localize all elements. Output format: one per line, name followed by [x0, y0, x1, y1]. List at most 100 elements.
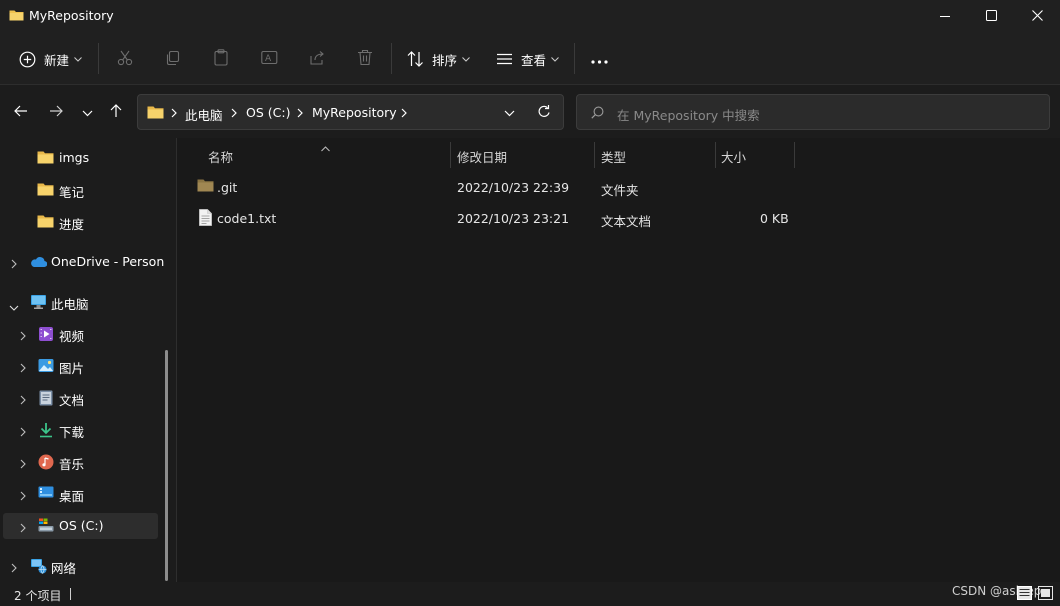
- breadcrumb-os-drive[interactable]: OS (C:): [246, 105, 290, 120]
- refresh-button[interactable]: [537, 104, 551, 122]
- arrow-left-icon: [14, 105, 28, 120]
- toolbar-separator: [574, 43, 575, 74]
- sidebar-item-label: 视频: [59, 329, 85, 344]
- chevron-down-icon: [462, 56, 470, 62]
- folder-icon: [37, 214, 54, 230]
- status-bar: 2 个项目 CSDN @asleep: [0, 582, 1060, 606]
- sidebar-item-label: OS (C:): [59, 518, 104, 533]
- up-button[interactable]: [104, 101, 128, 123]
- sort-button[interactable]: 排序: [407, 44, 470, 74]
- more-button[interactable]: [587, 48, 611, 70]
- share-button[interactable]: [305, 48, 329, 70]
- column-divider[interactable]: [794, 142, 795, 168]
- column-header-name[interactable]: 名称: [208, 147, 233, 166]
- folder-icon: [37, 150, 54, 166]
- breadcrumb-myrepository[interactable]: MyRepository: [312, 105, 397, 120]
- sidebar-item-pictures[interactable]: 图片: [3, 353, 158, 379]
- refresh-icon: [537, 105, 551, 122]
- title-bar: MyRepository: [0, 0, 1060, 32]
- arrow-right-icon: [49, 105, 63, 120]
- sort-icon: [407, 51, 424, 67]
- address-bar[interactable]: 此电脑 OS (C:) MyRepository: [137, 94, 564, 130]
- chevron-down-icon[interactable]: [9, 299, 19, 314]
- sidebar-item-label: 笔记: [59, 185, 85, 200]
- chevron-right-icon[interactable]: [20, 425, 26, 440]
- chevron-right-icon: [297, 106, 303, 121]
- chevron-right-icon[interactable]: [20, 393, 26, 408]
- chevron-right-icon[interactable]: [20, 489, 26, 504]
- chevron-right-icon[interactable]: [11, 561, 17, 576]
- sidebar-item-network[interactable]: 网络: [3, 553, 158, 579]
- share-icon: [309, 50, 325, 69]
- minimize-button[interactable]: [922, 0, 968, 32]
- search-input[interactable]: 在 MyRepository 中搜索: [617, 105, 760, 124]
- column-divider[interactable]: [594, 142, 595, 168]
- table-row[interactable]: code1.txt 2022/10/23 23:21 文本文档 0 KB: [187, 203, 797, 233]
- sidebar-item-label: 图片: [59, 361, 85, 376]
- chevron-right-icon[interactable]: [20, 361, 26, 376]
- sidebar-item-label: 音乐: [59, 457, 85, 472]
- view-icon: [496, 53, 513, 65]
- close-button[interactable]: [1014, 0, 1060, 32]
- navigation-pane: imgs 笔记 进度 OneDrive - Person 此电脑 视频 图片 文…: [0, 138, 170, 582]
- chevron-right-icon[interactable]: [20, 521, 26, 536]
- chevron-right-icon[interactable]: [20, 457, 26, 472]
- sidebar-item-documents[interactable]: 文档: [3, 385, 158, 411]
- network-icon: [30, 558, 47, 574]
- more-icon: [590, 52, 608, 67]
- status-divider: [70, 588, 71, 600]
- sidebar-item-downloads[interactable]: 下载: [3, 417, 158, 443]
- music-icon: [38, 454, 54, 470]
- column-divider[interactable]: [715, 142, 716, 168]
- forward-button[interactable]: [44, 101, 68, 123]
- sidebar-item-notes[interactable]: 笔记: [3, 177, 158, 203]
- new-label: 新建: [44, 52, 70, 68]
- sidebar-item-desktop[interactable]: 桌面: [3, 481, 158, 507]
- column-header-modified[interactable]: 修改日期: [457, 147, 507, 166]
- folder-icon: [147, 105, 164, 122]
- delete-button[interactable]: [353, 48, 377, 70]
- sidebar-item-label: 文档: [59, 393, 85, 408]
- back-button[interactable]: [9, 101, 33, 123]
- sidebar-item-onedrive[interactable]: OneDrive - Person: [3, 249, 164, 275]
- recent-locations-button[interactable]: [75, 101, 99, 123]
- new-icon: [19, 51, 36, 68]
- copy-button[interactable]: [161, 48, 185, 70]
- new-button[interactable]: 新建: [19, 44, 82, 74]
- navigation-bar: 此电脑 OS (C:) MyRepository 在 MyRepository …: [0, 86, 1060, 138]
- chevron-right-icon[interactable]: [11, 257, 17, 272]
- cut-button[interactable]: [113, 48, 137, 70]
- breadcrumb-this-pc[interactable]: 此电脑: [185, 105, 223, 124]
- view-button[interactable]: 查看: [496, 44, 559, 74]
- sidebar-item-music[interactable]: 音乐: [3, 449, 158, 475]
- paste-button[interactable]: [209, 48, 233, 70]
- copy-icon: [165, 50, 181, 69]
- column-divider[interactable]: [450, 142, 451, 168]
- sidebar-item-progress[interactable]: 进度: [3, 209, 158, 235]
- video-icon: [38, 326, 54, 342]
- address-history-button[interactable]: [504, 105, 515, 124]
- column-header-type[interactable]: 类型: [601, 147, 626, 166]
- sidebar-item-label: 桌面: [59, 489, 85, 504]
- sidebar-item-imgs[interactable]: imgs: [3, 145, 158, 171]
- column-header-size[interactable]: 大小: [721, 147, 746, 166]
- drive-icon: [38, 518, 54, 534]
- sidebar-scrollbar[interactable]: [165, 350, 168, 581]
- search-box[interactable]: 在 MyRepository 中搜索: [576, 94, 1050, 130]
- paste-icon: [213, 49, 229, 69]
- sidebar-item-videos[interactable]: 视频: [3, 321, 158, 347]
- rename-button[interactable]: A: [257, 48, 281, 70]
- sidebar-item-this-pc[interactable]: 此电脑: [3, 289, 158, 315]
- chevron-right-icon: [401, 106, 407, 121]
- arrow-up-icon: [110, 103, 122, 121]
- details-view-button[interactable]: [1015, 585, 1033, 603]
- maximize-button[interactable]: [968, 0, 1014, 32]
- chevron-right-icon[interactable]: [20, 329, 26, 344]
- table-row[interactable]: .git 2022/10/23 22:39 文件夹: [187, 172, 797, 202]
- computer-icon: [30, 294, 46, 310]
- item-count: 2 个项目: [14, 589, 62, 603]
- sidebar-item-os-drive[interactable]: OS (C:): [3, 513, 158, 539]
- command-bar: 新建 A 排序 查看: [0, 32, 1060, 85]
- tiles-view-button[interactable]: [1036, 585, 1054, 603]
- chevron-down-icon: [74, 56, 82, 62]
